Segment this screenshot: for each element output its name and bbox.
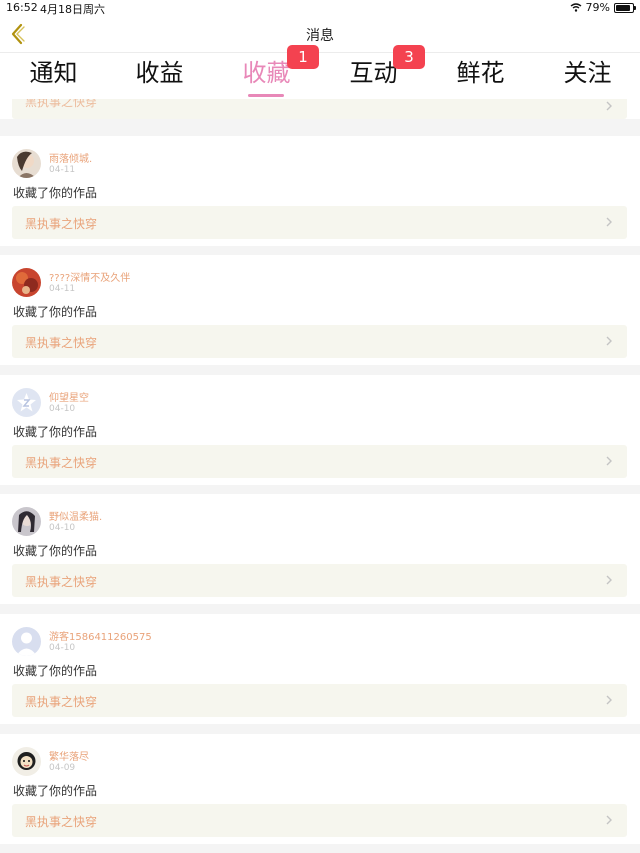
list-item[interactable]: ????深情不及久伴 04-11 收藏了你的作品 黑执事之快穿 bbox=[0, 255, 640, 365]
chevron-right-icon bbox=[606, 456, 612, 466]
avatar[interactable] bbox=[12, 747, 41, 776]
status-bar: 16:52 4月18日周六 79% bbox=[0, 0, 640, 16]
tab-badge: 1 bbox=[287, 45, 319, 69]
work-title: 黑执事之快穿 bbox=[25, 575, 98, 589]
work-title: 黑执事之快穿 bbox=[25, 695, 98, 709]
username[interactable]: 雨落倾城. bbox=[49, 150, 92, 165]
list-item[interactable]: 游客1586411260575 04-10 收藏了你的作品 黑执事之快穿 bbox=[0, 614, 640, 724]
favorites-feed[interactable]: 黑执事之快穿 雨落倾城. 04-11 收藏了你的作品 黑执事之快穿 ????深情… bbox=[0, 99, 640, 853]
tab-label: 互动 bbox=[349, 59, 398, 87]
status-time: 16:52 bbox=[6, 1, 38, 14]
list-item[interactable]: 仰望星空 04-10 收藏了你的作品 黑执事之快穿 bbox=[0, 375, 640, 485]
work-title: 黑执事之快穿 bbox=[25, 217, 98, 231]
username[interactable]: 繁华落尽 bbox=[49, 748, 89, 763]
chevron-right-icon bbox=[606, 217, 612, 227]
action-text: 收藏了你的作品 bbox=[13, 305, 98, 319]
action-text: 收藏了你的作品 bbox=[13, 664, 98, 678]
list-item[interactable]: 野似温柔猫. 04-10 收藏了你的作品 黑执事之快穿 bbox=[0, 494, 640, 604]
battery-icon bbox=[614, 2, 636, 13]
tab-label: 关注 bbox=[563, 59, 612, 87]
tab-following[interactable]: 关注 bbox=[534, 53, 640, 99]
work-link[interactable]: 黑执事之快穿 bbox=[12, 445, 627, 478]
tab-notifications[interactable]: 通知 bbox=[0, 53, 107, 99]
username[interactable]: ????深情不及久伴 bbox=[49, 269, 130, 284]
chevron-right-icon bbox=[606, 815, 612, 825]
item-date: 04-10 bbox=[49, 643, 76, 653]
avatar[interactable] bbox=[12, 149, 41, 178]
tab-bar: 通知 收益 收藏 1 互动 3 鲜花 关注 bbox=[0, 45, 640, 99]
item-date: 04-11 bbox=[49, 165, 76, 175]
avatar[interactable] bbox=[12, 627, 41, 656]
status-right: 79% bbox=[570, 1, 636, 14]
tab-flowers[interactable]: 鲜花 bbox=[427, 53, 534, 99]
tab-label: 收藏 bbox=[242, 59, 291, 87]
tab-interactions[interactable]: 互动 3 bbox=[320, 45, 427, 99]
list-item[interactable]: 雨落倾城. 04-11 收藏了你的作品 黑执事之快穿 bbox=[0, 136, 640, 246]
item-date: 04-09 bbox=[49, 763, 76, 773]
list-item[interactable]: 繁华落尽 04-09 收藏了你的作品 黑执事之快穿 bbox=[0, 734, 640, 844]
chevron-right-icon bbox=[606, 336, 612, 346]
tab-earnings[interactable]: 收益 bbox=[106, 53, 213, 99]
page-title: 消息 bbox=[306, 28, 334, 44]
work-link[interactable]: 黑执事之快穿 bbox=[12, 684, 627, 717]
action-text: 收藏了你的作品 bbox=[13, 544, 98, 558]
action-text: 收藏了你的作品 bbox=[13, 784, 98, 798]
item-date: 04-11 bbox=[49, 284, 76, 294]
action-text: 收藏了你的作品 bbox=[13, 425, 98, 439]
work-title: 黑执事之快穿 bbox=[25, 99, 98, 109]
avatar[interactable] bbox=[12, 388, 41, 417]
tab-favorites[interactable]: 收藏 1 bbox=[213, 45, 320, 99]
work-title: 黑执事之快穿 bbox=[25, 456, 98, 470]
chevron-right-icon bbox=[606, 695, 612, 705]
work-title: 黑执事之快穿 bbox=[25, 336, 98, 350]
active-tab-indicator bbox=[248, 94, 284, 97]
work-link[interactable]: 黑执事之快穿 bbox=[12, 99, 627, 119]
username[interactable]: 仰望星空 bbox=[49, 389, 89, 404]
tab-label: 鲜花 bbox=[456, 59, 505, 87]
username[interactable]: 游客1586411260575 bbox=[49, 628, 152, 643]
work-link[interactable]: 黑执事之快穿 bbox=[12, 325, 627, 358]
item-date: 04-10 bbox=[49, 523, 76, 533]
tab-label: 通知 bbox=[29, 59, 78, 87]
avatar[interactable] bbox=[12, 507, 41, 536]
status-date: 4月18日周六 bbox=[40, 3, 105, 16]
wifi-icon bbox=[570, 3, 581, 12]
chevron-right-icon bbox=[606, 575, 612, 585]
battery-percent: 79% bbox=[585, 1, 610, 14]
avatar[interactable] bbox=[12, 268, 41, 297]
nav-header: 消息 bbox=[0, 16, 640, 53]
username[interactable]: 野似温柔猫. bbox=[49, 508, 102, 523]
tab-label: 收益 bbox=[135, 59, 184, 87]
work-link[interactable]: 黑执事之快穿 bbox=[12, 564, 627, 597]
tab-badge: 3 bbox=[393, 45, 425, 69]
chevron-right-icon bbox=[606, 101, 612, 111]
work-link[interactable]: 黑执事之快穿 bbox=[12, 206, 627, 239]
action-text: 收藏了你的作品 bbox=[13, 186, 98, 200]
work-title: 黑执事之快穿 bbox=[25, 815, 98, 829]
item-date: 04-10 bbox=[49, 404, 76, 414]
work-link[interactable]: 黑执事之快穿 bbox=[12, 804, 627, 837]
list-item-partial: 黑执事之快穿 bbox=[0, 99, 640, 119]
